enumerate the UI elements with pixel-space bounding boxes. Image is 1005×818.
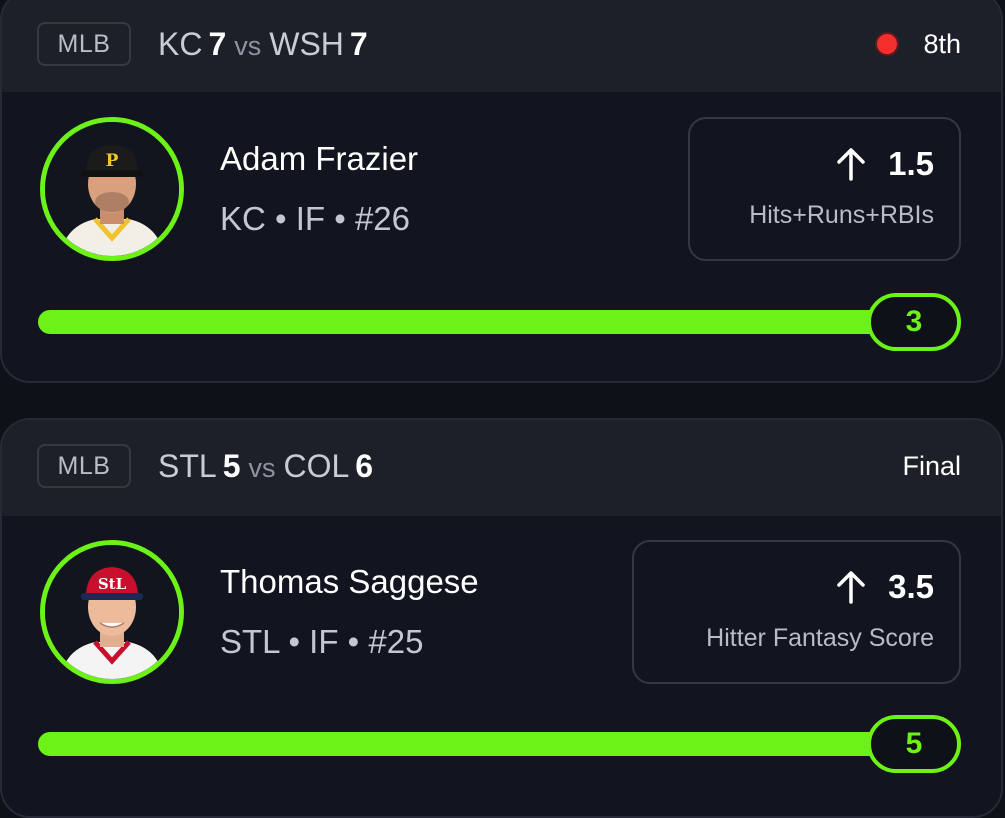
inning-label: 8th [923, 29, 961, 59]
arrow-up-icon [837, 148, 865, 181]
home-team: WSH [269, 26, 344, 62]
away-team: STL [158, 448, 217, 484]
player-headshot-icon: StL [45, 545, 179, 679]
matchup: KC 7 vs WSH 7 [158, 24, 368, 66]
vs-label: vs [234, 31, 262, 61]
stat-type: Hits+Runs+RBIs [749, 201, 934, 229]
line-value: 3.5 [888, 568, 934, 605]
arrow-up-icon [837, 571, 865, 604]
player-headshot-icon: P [45, 122, 179, 256]
svg-text:P: P [106, 151, 119, 171]
prop-card[interactable]: MLB KC 7 vs WSH 7 8th P Adam Frazier KC • IF… [0, 0, 1003, 383]
league-badge: MLB [37, 22, 131, 66]
current-stat-value: 3 [867, 293, 961, 351]
matchup: STL 5 vs COL 6 [158, 446, 373, 488]
line-value-row: 1.5 [836, 144, 934, 184]
progress-bar [38, 310, 918, 334]
player-meta: STL • IF • #25 [220, 623, 424, 660]
stat-type: Hitter Fantasy Score [706, 624, 934, 652]
player-name: Adam Frazier [220, 140, 419, 177]
progress-fill [38, 732, 918, 756]
game-status: Final [902, 446, 961, 486]
home-team: COL [283, 448, 350, 484]
away-team: KC [158, 26, 203, 62]
home-score: 7 [349, 26, 368, 62]
game-status: 8th [875, 24, 961, 64]
svg-text:StL: StL [98, 575, 127, 593]
line-value-row: 3.5 [836, 567, 934, 607]
prop-line-box[interactable]: 1.5 Hits+Runs+RBIs [688, 117, 961, 261]
current-stat-value: 5 [867, 715, 961, 773]
home-score: 6 [355, 448, 374, 484]
league-badge: MLB [37, 444, 131, 488]
live-indicator-icon [875, 32, 900, 56]
player-avatar[interactable]: StL [40, 540, 184, 684]
game-header: MLB STL 5 vs COL 6 Final [2, 420, 1001, 516]
prop-line-box[interactable]: 3.5 Hitter Fantasy Score [632, 540, 961, 684]
vs-label: vs [248, 453, 276, 483]
prop-card[interactable]: MLB STL 5 vs COL 6 Final StL Thomas Saggese … [0, 418, 1003, 818]
away-score: 5 [222, 448, 241, 484]
player-meta: KC • IF • #26 [220, 200, 411, 237]
line-value: 1.5 [888, 145, 934, 182]
away-score: 7 [208, 26, 227, 62]
player-avatar[interactable]: P [40, 117, 184, 261]
game-header: MLB KC 7 vs WSH 7 8th [2, 0, 1001, 92]
final-label: Final [902, 451, 961, 481]
progress-fill [38, 310, 918, 334]
progress-bar [38, 732, 918, 756]
player-name: Thomas Saggese [220, 563, 479, 600]
